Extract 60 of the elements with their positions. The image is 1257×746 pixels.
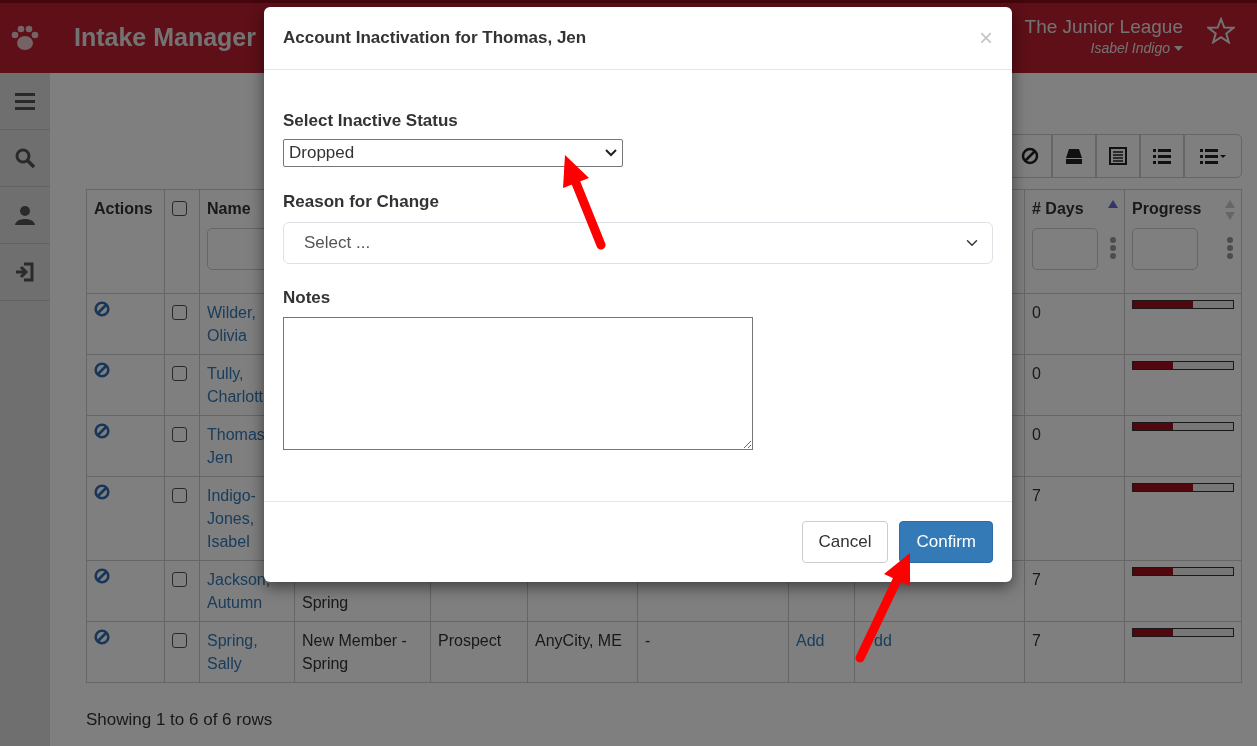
row-checkbox[interactable]	[172, 366, 187, 381]
star-icon[interactable]	[1207, 17, 1235, 45]
table-cell: 0	[1032, 365, 1041, 382]
filter-field[interactable]	[1032, 228, 1098, 270]
columns-icon	[1200, 147, 1226, 165]
column-header[interactable]: # Days	[1032, 197, 1117, 220]
row-checkbox[interactable]	[172, 427, 187, 442]
table-cell: 0	[1032, 304, 1041, 321]
sign-in-icon[interactable]	[15, 261, 35, 283]
kebab-icon[interactable]	[1110, 237, 1116, 259]
ban-icon[interactable]	[94, 484, 110, 500]
add-link[interactable]: dd	[874, 632, 892, 649]
table-cell: 7	[1032, 632, 1041, 649]
ban-icon[interactable]	[94, 568, 110, 584]
app-title: Intake Manager	[74, 22, 256, 54]
pagination-summary: Showing 1 to 6 of 6 rows	[86, 709, 274, 731]
field-label: Notes	[283, 287, 332, 309]
user-icon[interactable]	[15, 204, 35, 226]
list-icon	[1153, 147, 1171, 165]
paw-icon	[10, 24, 40, 52]
kebab-icon[interactable]	[1227, 237, 1233, 259]
status-select[interactable]: Dropped	[283, 138, 623, 167]
user-menu[interactable]: Isabel Indigo	[1090, 37, 1183, 59]
table-cell: -	[645, 632, 651, 649]
table-cell: AnyCity, ME	[535, 632, 622, 649]
row-checkbox[interactable]	[172, 633, 187, 648]
row-checkbox[interactable]	[172, 488, 187, 503]
select-all-checkbox[interactable]	[172, 201, 187, 216]
ban-icon[interactable]	[94, 423, 110, 439]
table-cell: New Member - Spring	[302, 632, 407, 672]
row-checkbox[interactable]	[172, 572, 187, 587]
column-header: Actions	[94, 199, 154, 219]
confirm-button[interactable]: Confirm	[899, 521, 993, 563]
close-button[interactable]: ×	[979, 26, 993, 50]
caret-icon	[1174, 45, 1183, 51]
menu-icon[interactable]	[15, 90, 35, 112]
field-label: Reason for Change	[283, 190, 440, 213]
table-cell: 0	[1032, 426, 1041, 443]
row-checkbox[interactable]	[172, 305, 187, 320]
add-link[interactable]: Add	[796, 632, 825, 649]
table-cell: 7	[1032, 487, 1041, 504]
sort-ascending-icon[interactable]	[1108, 200, 1118, 208]
chevron-icon	[605, 148, 617, 157]
table-cell: Prospect	[438, 632, 502, 649]
ban-icon[interactable]	[94, 362, 110, 378]
ban-icon[interactable]	[94, 301, 110, 317]
filter-field[interactable]	[1132, 228, 1198, 270]
notes-field[interactable]	[283, 316, 753, 450]
dialog-title: Account Inactivation for Thomas, Jen	[283, 27, 587, 50]
ban-icon[interactable]	[94, 629, 110, 645]
table-cell: Spring	[302, 594, 349, 611]
cancel-button[interactable]: Cancel	[801, 521, 889, 563]
reason-select[interactable]: Select ...	[283, 222, 993, 264]
organization-name: The Junior League	[1024, 17, 1183, 38]
ban-icon	[1021, 147, 1039, 165]
field-label: Select Inactive Status	[283, 110, 459, 132]
search-icon[interactable]	[15, 147, 35, 169]
list-icon	[1109, 147, 1127, 165]
drive-icon	[1065, 147, 1083, 165]
table-cell: 7	[1032, 571, 1041, 588]
